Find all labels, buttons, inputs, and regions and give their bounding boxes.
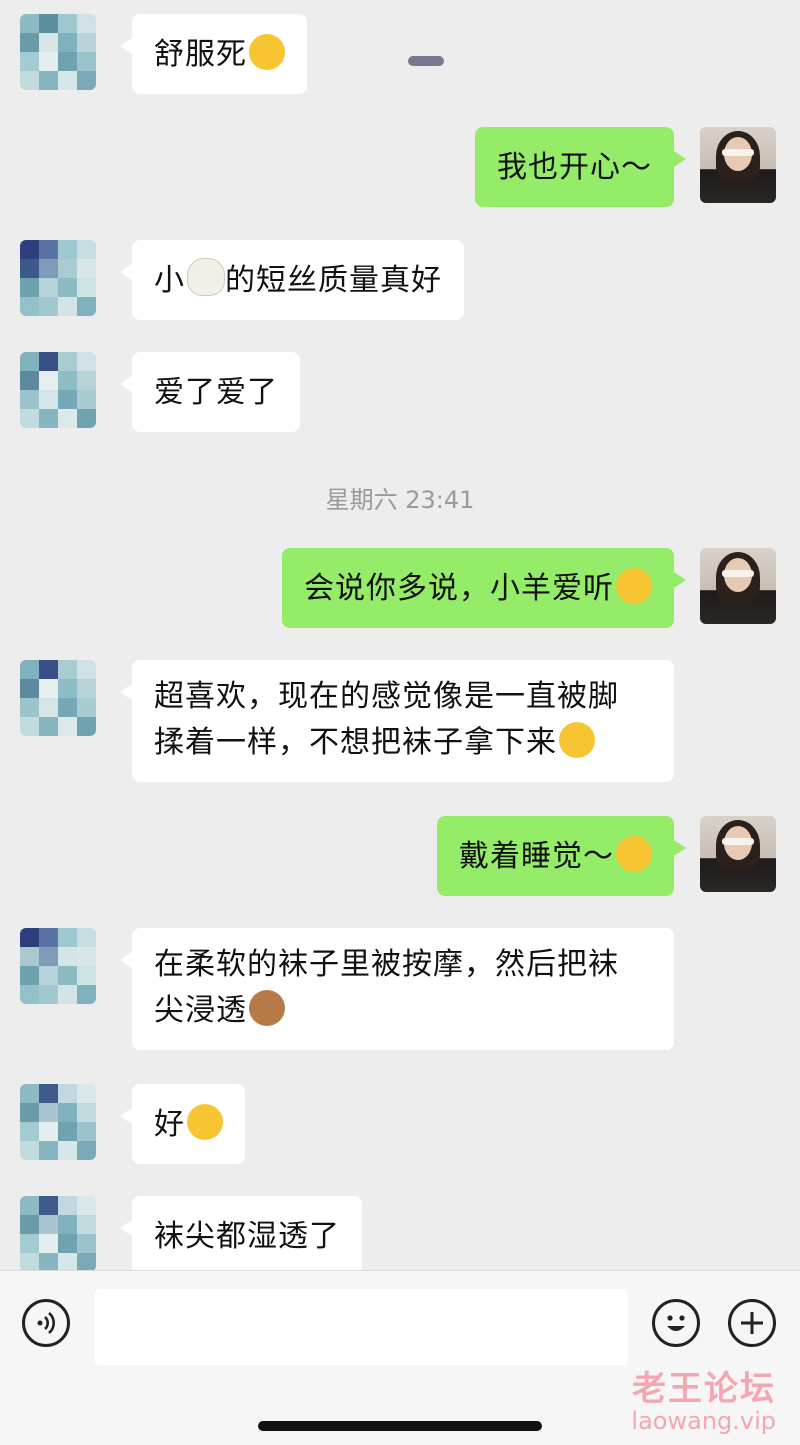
- watermark-url: laowang.vip: [631, 1407, 776, 1435]
- timestamp: 星期六 23:41: [325, 486, 475, 514]
- message-text: 在柔软的袜子里被按摩，然后把袜: [154, 947, 619, 982]
- avatar[interactable]: [20, 240, 96, 316]
- message-bubble[interactable]: 超喜欢，现在的感觉像是一直被脚 揉着一样，不想把袜子拿下来: [120, 660, 674, 782]
- see-no-evil-monkey-icon: [249, 990, 285, 1026]
- message-row: 在柔软的袜子里被按摩，然后把袜 尖浸透: [0, 928, 800, 1050]
- face-stars-icon: [249, 34, 285, 70]
- voice-icon[interactable]: [22, 1299, 70, 1347]
- message-row: 会说你多说，小羊爱听: [0, 548, 800, 628]
- message-row: 小 的短丝质量真好: [0, 240, 800, 320]
- home-indicator[interactable]: [258, 1421, 542, 1431]
- avatar[interactable]: [700, 127, 776, 203]
- message-text: 小: [154, 263, 185, 298]
- avatar[interactable]: [20, 928, 96, 1004]
- message-bubble[interactable]: 好: [120, 1084, 245, 1164]
- message-text: 的短丝质量真好: [225, 263, 442, 298]
- avatar[interactable]: [20, 352, 96, 428]
- message-bubble[interactable]: 我也开心～: [475, 127, 686, 207]
- laughing-crying-face-icon: [559, 722, 595, 758]
- winking-tongue-face-icon: [616, 836, 652, 872]
- message-text: 揉着一样，不想把袜子拿下来: [154, 725, 557, 760]
- message-bubble[interactable]: 会说你多说，小羊爱听: [282, 548, 686, 628]
- message-text: 袜尖都湿透了: [154, 1219, 340, 1254]
- plus-icon[interactable]: [728, 1299, 776, 1347]
- avatar[interactable]: [20, 1196, 96, 1270]
- message-text: 超喜欢，现在的感觉像是一直被脚: [154, 679, 619, 714]
- message-row: 袜尖都湿透了: [0, 1196, 800, 1270]
- message-row: 舒服死: [0, 14, 800, 94]
- avatar[interactable]: [700, 548, 776, 624]
- message-bubble[interactable]: 袜尖都湿透了: [120, 1196, 362, 1270]
- avatar[interactable]: [20, 660, 96, 736]
- watermark-text: 老王论坛: [632, 1369, 776, 1409]
- message-row: 好: [0, 1084, 800, 1164]
- message-row: 我也开心～: [0, 127, 800, 207]
- message-bubble[interactable]: 戴着睡觉～: [437, 816, 686, 896]
- input-toolbar: 老王论坛 laowang.vip: [0, 1270, 800, 1445]
- sheep-icon: [187, 258, 225, 296]
- smiley-icon[interactable]: [652, 1299, 700, 1347]
- avatar[interactable]: [20, 14, 96, 90]
- message-row: 超喜欢，现在的感觉像是一直被脚 揉着一样，不想把袜子拿下来: [0, 660, 800, 782]
- message-row: 戴着睡觉～: [0, 816, 800, 896]
- blushing-face-icon: [187, 1104, 223, 1140]
- message-text: 爱了爱了: [154, 375, 278, 410]
- message-text: 会说你多说，小羊爱听: [304, 571, 614, 606]
- avatar[interactable]: [700, 816, 776, 892]
- message-bubble[interactable]: 爱了爱了: [120, 352, 300, 432]
- message-text: 戴着睡觉～: [459, 839, 614, 874]
- message-bubble[interactable]: 在柔软的袜子里被按摩，然后把袜 尖浸透: [120, 928, 674, 1050]
- avatar[interactable]: [20, 1084, 96, 1160]
- message-input[interactable]: [94, 1289, 628, 1365]
- chat-area[interactable]: 舒服死 我也开心～ 小 的短丝质量真好 爱了爱了 星期六 23:41 会说你多说，…: [0, 0, 800, 1270]
- kissing-face-icon: [616, 568, 652, 604]
- message-text: 尖浸透: [154, 993, 247, 1028]
- message-bubble[interactable]: 舒服死: [120, 14, 307, 94]
- message-bubble[interactable]: 小 的短丝质量真好: [120, 240, 464, 320]
- message-row: 爱了爱了: [0, 352, 800, 432]
- message-text: 我也开心～: [497, 150, 652, 185]
- message-text: 好: [154, 1107, 185, 1142]
- message-text: 舒服死: [154, 37, 247, 72]
